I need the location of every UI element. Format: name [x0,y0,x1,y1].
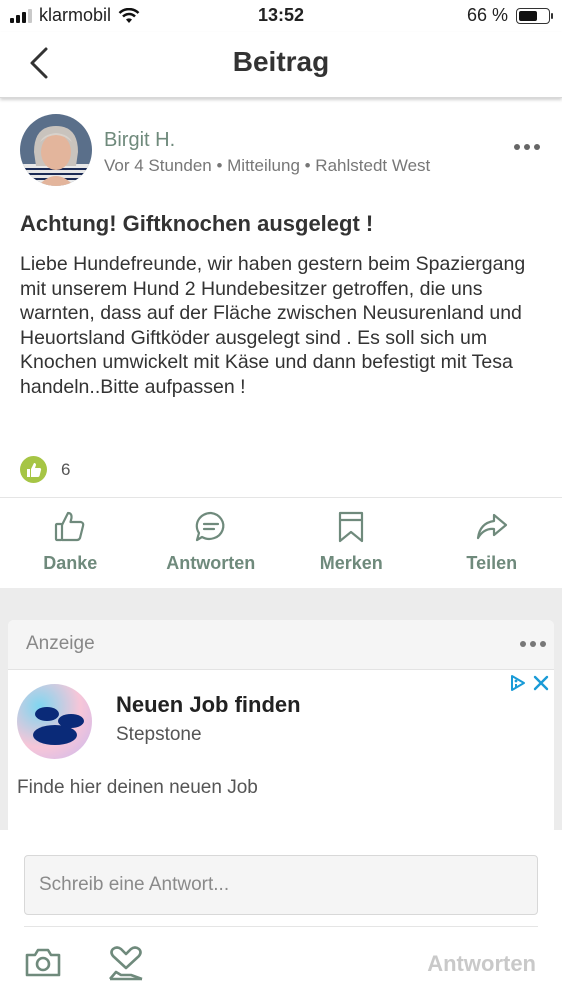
author-name[interactable]: Birgit H. [104,129,175,152]
battery-icon [516,7,553,24]
ad-card[interactable]: Anzeige Neuen Job finden Stepstone Finde… [8,620,554,835]
status-bar: klarmobil 13:52 66 % [0,0,562,32]
adchoices-icon[interactable] [508,674,526,692]
post-card: Birgit H. Vor 4 Stunden • Mitteilung • R… [0,98,562,588]
reply-input[interactable] [24,855,538,915]
post-body: Liebe Hundefreunde, wir haben gestern be… [20,253,526,398]
post-meta: Vor 4 Stunden • Mitteilung • Rahlstedt W… [104,156,431,175]
like-count: 6 [61,459,71,479]
thumbs-up-badge-icon [20,456,47,483]
ad-header: Anzeige [8,620,554,670]
divider [24,926,538,927]
ad-more-options-icon[interactable] [520,641,546,647]
ad-choices[interactable] [508,674,550,692]
ad-label: Anzeige [26,633,95,654]
avatar[interactable] [20,114,92,186]
bookmark-button[interactable]: Merken [281,498,422,586]
thumbs-up-icon [55,511,85,542]
stepstone-logo [17,684,92,759]
reply-composer: Antworten [0,830,562,1000]
share-label: Teilen [466,553,518,573]
chat-bubble-icon [195,511,225,542]
bookmark-icon [339,511,364,543]
like-summary[interactable]: 6 [20,456,70,483]
more-options-icon[interactable] [514,144,540,150]
post-actions: Danke Antworten Merken Teilen [0,498,562,586]
ad-advertiser: Stepstone [116,724,202,745]
thanks-button[interactable]: Danke [0,498,141,586]
thanks-label: Danke [43,553,98,573]
ad-description: Finde hier deinen neuen Job [17,777,258,798]
reply-button[interactable]: Antworten [141,498,282,586]
heart-hand-icon[interactable] [107,944,145,982]
camera-icon[interactable] [24,946,62,978]
battery-percent: 66 % [466,5,508,25]
reply-label: Antworten [166,553,256,573]
post-title: Achtung! Giftknochen ausgelegt ! [20,211,374,236]
page-title: Beitrag [232,46,330,77]
send-reply-button[interactable]: Antworten [427,951,536,977]
share-arrow-icon [476,513,507,540]
close-icon[interactable] [532,674,550,692]
ad-title: Neuen Job finden [116,692,301,717]
navigation-header: Beitrag [0,32,562,98]
share-button[interactable]: Teilen [422,498,562,586]
bookmark-label: Merken [319,553,383,573]
